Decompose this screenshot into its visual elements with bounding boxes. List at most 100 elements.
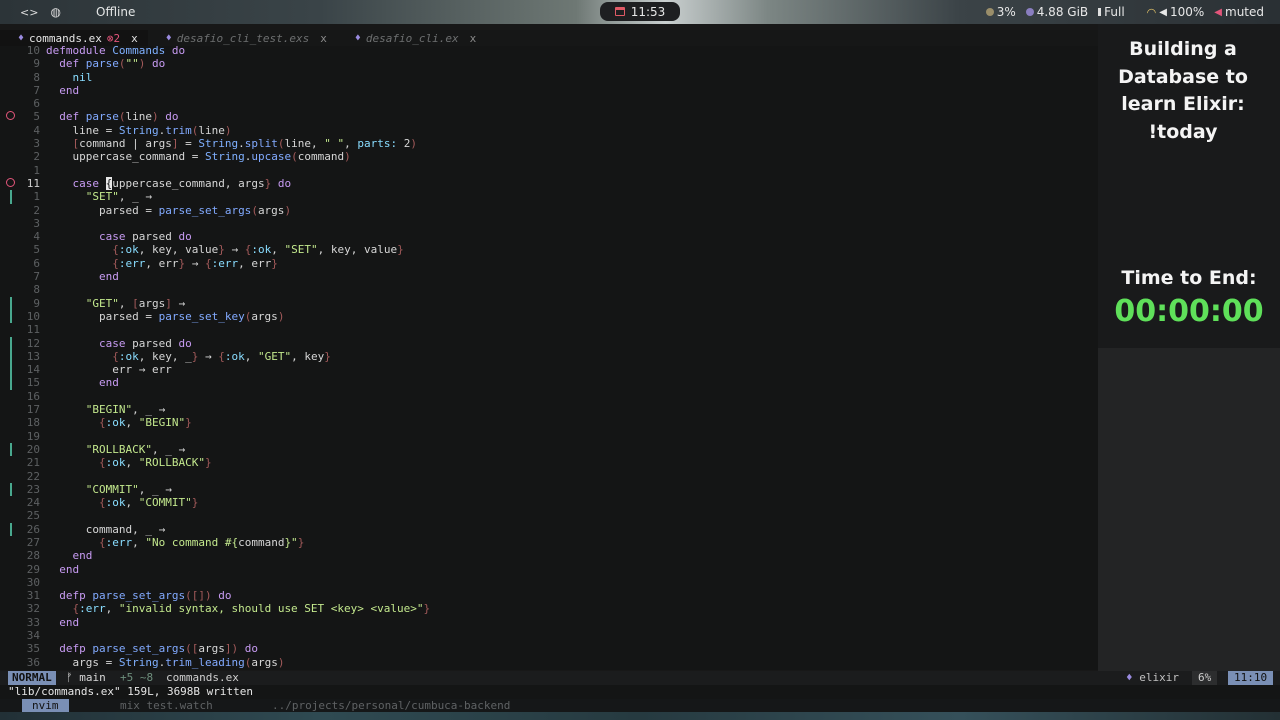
close-icon[interactable]: x bbox=[131, 32, 138, 45]
code-line[interactable]: 3 [command | args] = String.split(line, … bbox=[0, 137, 1098, 150]
code-text: end bbox=[98, 270, 119, 284]
line-number: 8 bbox=[33, 70, 40, 84]
error-count-badge: ⊗2 bbox=[106, 31, 121, 45]
code-line[interactable]: 30 bbox=[0, 576, 1098, 589]
timer-value: 00:00:00 bbox=[1114, 294, 1264, 329]
code-line[interactable]: 34 bbox=[0, 629, 1098, 642]
code-line[interactable]: 8 nil bbox=[0, 71, 1098, 84]
line-number: 2 bbox=[33, 203, 40, 217]
code-line[interactable]: 21 {:ok, "ROLLBACK"} bbox=[0, 456, 1098, 469]
calendar-icon bbox=[614, 7, 625, 16]
code-line[interactable]: 10 defmodule Commands do bbox=[0, 44, 1098, 57]
code-line[interactable]: 24 {:ok, "COMMIT"} bbox=[0, 496, 1098, 509]
line-number: 9 bbox=[33, 296, 40, 310]
close-icon[interactable]: x bbox=[320, 32, 327, 45]
clock-widget[interactable]: 11:53 bbox=[600, 2, 680, 21]
code-text: {:err, "No command #{command}"} bbox=[98, 535, 305, 549]
code-line[interactable]: 9 def parse("") do bbox=[0, 57, 1098, 70]
code-line[interactable]: 11 case {uppercase_command, args} do bbox=[0, 176, 1098, 190]
volume-stat[interactable]: ◠ ◀ 100% bbox=[1147, 5, 1205, 19]
code-line[interactable]: 31 defp parse_set_args([]) do bbox=[0, 589, 1098, 602]
code-line[interactable]: 28 end bbox=[0, 549, 1098, 562]
code-line[interactable]: 35 defp parse_set_args([args]) do bbox=[0, 642, 1098, 655]
command-message: "lib/commands.ex" 159L, 3698B written bbox=[8, 685, 254, 698]
code-line[interactable]: 4 case parsed do bbox=[0, 230, 1098, 243]
code-line[interactable]: 7 end bbox=[0, 270, 1098, 283]
code-line[interactable]: 15 end bbox=[0, 376, 1098, 390]
line-number: 5 bbox=[33, 110, 40, 124]
code-line[interactable]: 2 parsed = parse_set_args(args) bbox=[0, 204, 1098, 217]
filetype-indicator: ♦ elixir bbox=[1126, 671, 1179, 685]
code-line[interactable]: 7 end bbox=[0, 84, 1098, 97]
battery-stat[interactable]: Full bbox=[1098, 5, 1125, 19]
code-text: def parse(line) do bbox=[59, 110, 179, 124]
code-line[interactable]: 25 bbox=[0, 509, 1098, 522]
close-icon[interactable]: x bbox=[470, 32, 477, 45]
line-number: 20 bbox=[26, 442, 40, 456]
tmux-status-bar: nvim mix test.watch ../projects/personal… bbox=[0, 699, 1280, 712]
code-line[interactable]: 5 def parse(line) do bbox=[0, 110, 1098, 123]
network-status[interactable]: Offline bbox=[88, 3, 143, 21]
code-line[interactable]: 8 bbox=[0, 283, 1098, 296]
line-number: 17 bbox=[26, 403, 40, 417]
code-line[interactable]: 16 bbox=[0, 390, 1098, 403]
code-line[interactable]: 29 end bbox=[0, 563, 1098, 576]
globe-icon[interactable]: ◍ bbox=[50, 5, 60, 19]
code-text: uppercase_command = String.upcase(comman… bbox=[46, 150, 351, 164]
code-line[interactable]: 1 "SET", _ → bbox=[0, 190, 1098, 204]
code-line[interactable]: 11 bbox=[0, 323, 1098, 336]
webcam-placeholder bbox=[1098, 348, 1280, 671]
line-number: 1 bbox=[33, 190, 40, 204]
code-line[interactable]: 4 line = String.trim(line) bbox=[0, 124, 1098, 137]
status-filename: commands.ex bbox=[166, 671, 239, 684]
tmux-window-nvim[interactable]: nvim bbox=[22, 699, 69, 712]
code-line[interactable]: 33 end bbox=[0, 616, 1098, 629]
line-number: 5 bbox=[33, 243, 40, 257]
code-text: {:ok, "ROLLBACK"} bbox=[98, 456, 212, 470]
code-line[interactable]: 32 {:err, "invalid syntax, should use SE… bbox=[0, 602, 1098, 615]
code-line[interactable]: 6 {:err, err} → {:err, err} bbox=[0, 257, 1098, 270]
code-text: case parsed do bbox=[98, 230, 192, 244]
code-text: {:ok, key, _} → {:ok, "GET", key} bbox=[112, 349, 331, 363]
code-line[interactable]: 2 uppercase_command = String.upcase(comm… bbox=[0, 150, 1098, 163]
code-text: end bbox=[59, 562, 80, 576]
volume-value: 100% bbox=[1169, 5, 1205, 19]
tmux-window-test-watch[interactable]: mix test.watch bbox=[120, 699, 213, 712]
code-buffer[interactable]: 10 defmodule Commands do 9 def parse("") d… bbox=[0, 44, 1098, 669]
code-line[interactable]: 19 bbox=[0, 430, 1098, 443]
line-number: 15 bbox=[26, 376, 40, 390]
cpu-stat[interactable]: 3% bbox=[985, 5, 1016, 19]
line-number: 10 bbox=[26, 44, 40, 57]
code-icon[interactable]: <> bbox=[20, 6, 38, 19]
git-change-marker bbox=[10, 376, 12, 390]
command-line[interactable]: "lib/commands.ex" 159L, 3698B written bbox=[0, 685, 1280, 699]
code-line[interactable]: 6 bbox=[0, 97, 1098, 110]
code-line[interactable]: 13 {:ok, key, _} → {:ok, "GET", key} bbox=[0, 349, 1098, 364]
line-number: 4 bbox=[33, 230, 40, 244]
line-number: 25 bbox=[26, 509, 40, 523]
code-line[interactable]: 26 command, _ → bbox=[0, 522, 1098, 536]
line-number: 23 bbox=[26, 482, 40, 496]
code-line[interactable]: 17 "BEGIN", _ → bbox=[0, 403, 1098, 416]
code-text: {:ok, "BEGIN"} bbox=[98, 416, 192, 430]
tmux-window-project-path[interactable]: ../projects/personal/cumbuca-backend bbox=[272, 699, 510, 712]
code-text: "COMMIT", _ → bbox=[85, 482, 179, 496]
code-line[interactable]: 5 {:ok, key, value} → {:ok, "SET", key, … bbox=[0, 243, 1098, 256]
code-line[interactable]: 36 args = String.trim_leading(args) bbox=[0, 656, 1098, 669]
code-line[interactable]: 20 "ROLLBACK", _ → bbox=[0, 442, 1098, 457]
mic-stat[interactable]: ◀ muted bbox=[1214, 5, 1264, 19]
mic-value: muted bbox=[1225, 5, 1264, 19]
code-line[interactable]: 12 case parsed do bbox=[0, 336, 1098, 350]
code-line[interactable]: 9 "GET", [args] → bbox=[0, 296, 1098, 310]
code-line[interactable]: 14 err → err bbox=[0, 363, 1098, 377]
elixir-icon: ♦ bbox=[18, 32, 25, 44]
code-line[interactable]: 23 "COMMIT", _ → bbox=[0, 482, 1098, 497]
code-line[interactable]: 10 parsed = parse_set_key(args) bbox=[0, 309, 1098, 324]
code-line[interactable]: 22 bbox=[0, 470, 1098, 483]
code-line[interactable]: 1 bbox=[0, 164, 1098, 177]
memory-stat[interactable]: 4.88 GiB bbox=[1025, 5, 1088, 19]
battery-value: Full bbox=[1104, 5, 1125, 19]
code-line[interactable]: 27 {:err, "No command #{command}"} bbox=[0, 536, 1098, 549]
code-line[interactable]: 3 bbox=[0, 217, 1098, 230]
code-line[interactable]: 18 {:ok, "BEGIN"} bbox=[0, 416, 1098, 429]
